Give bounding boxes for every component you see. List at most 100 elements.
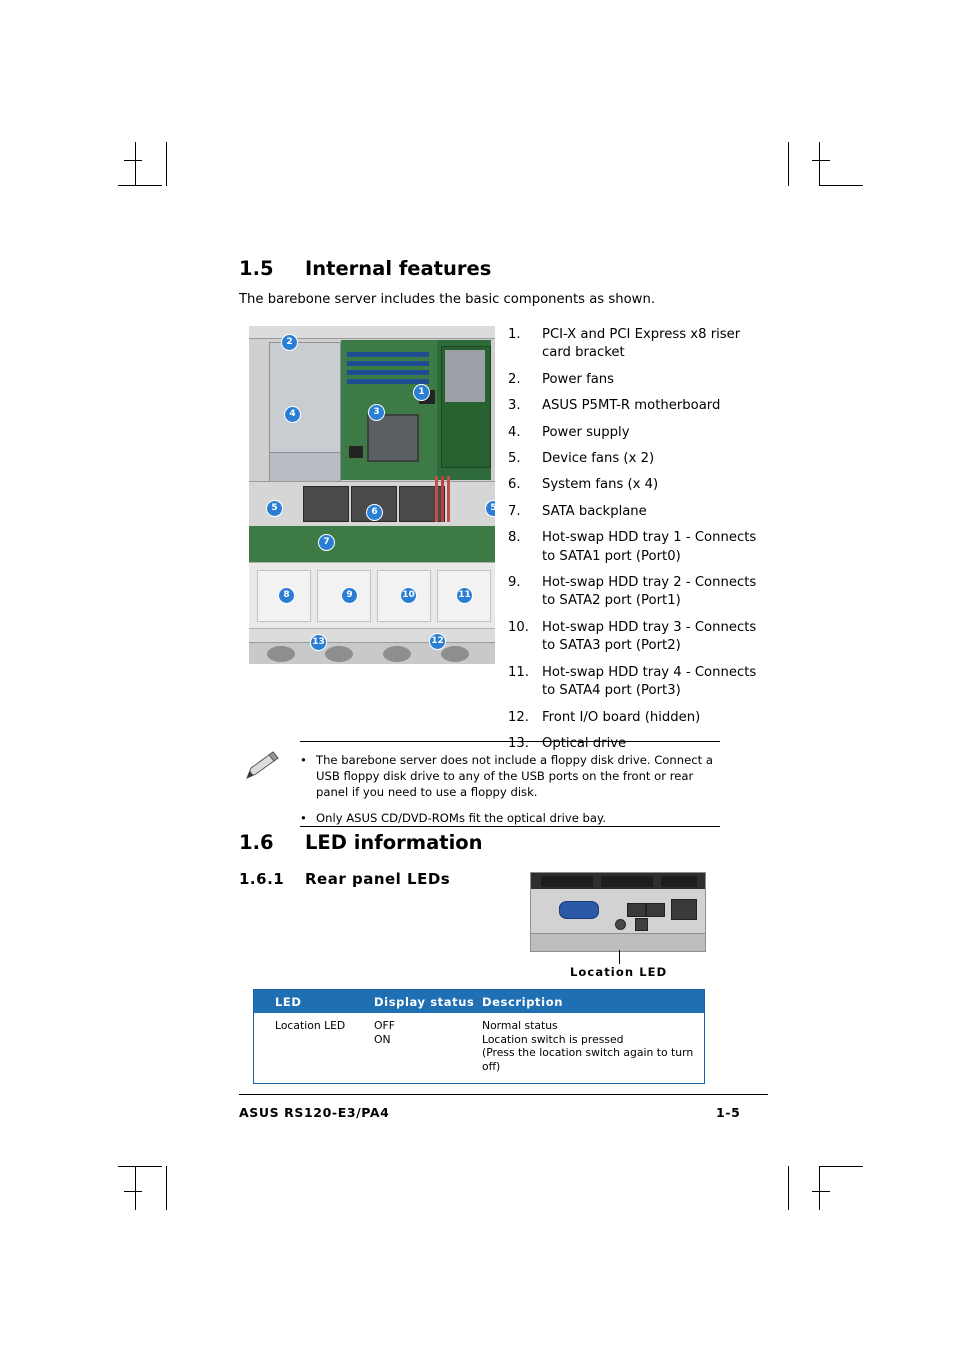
rear-expansion-slot [661, 876, 697, 887]
list-item: 10. Hot-swap HDD tray 3 - Connects to SAT… [508, 619, 768, 656]
photo-system-fan [399, 486, 445, 522]
photo-callout-10: 10 [400, 587, 417, 604]
crop-mark [819, 142, 820, 186]
internal-features-photo: 2 1 4 3 5 6 5 7 8 9 10 11 13 12 [249, 326, 495, 664]
footer-product-name: ASUS RS120-E3/PA4 [239, 1105, 390, 1120]
list-item-number: 8. [508, 530, 521, 546]
list-item-number: 7. [508, 503, 521, 519]
photo-callout-7: 7 [318, 534, 335, 551]
rear-expansion-slot [601, 876, 653, 887]
list-item-number: 5. [508, 451, 521, 467]
photo-vent-hole [383, 646, 411, 662]
photo-riser-card [445, 350, 485, 402]
list-item-label: Power supply [542, 424, 630, 440]
location-led-caption: Location LED [570, 965, 668, 979]
photo-callout-11: 11 [456, 587, 473, 604]
location-switch-button [635, 918, 648, 931]
crop-mark [166, 142, 167, 186]
list-item: 13. Optical drive [508, 735, 768, 753]
crop-mark [788, 1166, 789, 1210]
crop-mark [819, 1166, 820, 1210]
list-item-number: 2. [508, 371, 521, 387]
note-item: • The barebone server does not include a … [300, 752, 720, 800]
rear-expansion-slot [541, 876, 593, 887]
note-text: The barebone server does not include a f… [316, 753, 713, 799]
section-title-1-5: Internal features [305, 257, 492, 280]
list-item-number: 12. [508, 709, 529, 725]
photo-sata-backplane [249, 526, 495, 562]
list-item-label: System fans (x 4) [542, 477, 659, 493]
photo-dimm-slot [347, 379, 429, 384]
photo-callout-12: 12 [429, 633, 446, 650]
crop-mark [135, 1166, 136, 1210]
footer-page-number: 1-5 [716, 1105, 741, 1120]
photo-callout-1: 1 [413, 384, 430, 401]
usb-port [646, 903, 665, 917]
list-item: 7. SATA backplane [508, 503, 768, 521]
list-item-number: 13. [508, 735, 529, 751]
list-item-label: Power fans [542, 371, 615, 387]
table-row: Location LED OFF ON Normal status Locati… [254, 1019, 704, 1073]
crop-mark [135, 142, 136, 186]
crop-mark [812, 1191, 830, 1192]
led-table-header-description: Description [482, 994, 563, 1009]
photo-power-supply [269, 342, 341, 454]
list-item: 5. Device fans (x 2) [508, 450, 768, 468]
led-name: Location LED [275, 1019, 346, 1032]
section-number-1-6: 1.6 [239, 831, 274, 854]
led-description-cell: Normal status Location switch is pressed… [482, 1019, 704, 1073]
photo-callout-3: 3 [368, 404, 385, 421]
list-item-number: 1. [508, 327, 521, 342]
led-information-table: LED Display status Description Location … [253, 989, 705, 1084]
list-item-number: 4. [508, 424, 521, 440]
crop-mark [118, 1166, 162, 1167]
photo-callout-4: 4 [284, 406, 301, 423]
led-description-line-3: (Press the location switch again to turn… [482, 1046, 694, 1073]
led-table-body: Location LED OFF ON Normal status Locati… [254, 1013, 704, 1083]
list-item-label: ASUS P5MT-R motherboard [542, 398, 721, 414]
section-number-1-5: 1.5 [239, 257, 274, 280]
photo-vent-hole [325, 646, 353, 662]
section-intro: The barebone server includes the basic c… [239, 292, 656, 307]
list-item: 4. Power supply [508, 424, 768, 442]
photo-chip [349, 446, 363, 458]
crop-mark [124, 1191, 142, 1192]
crop-mark [819, 185, 863, 186]
location-led-lamp [615, 919, 626, 930]
photo-dimm-slot [347, 361, 429, 366]
photo-callout-2: 2 [281, 334, 298, 351]
list-item-label: Hot-swap HDD tray 4 - Connects to SATA4 … [542, 664, 757, 699]
section-title-1-6: LED information [305, 831, 483, 854]
led-table-header-display-status: Display status [374, 994, 475, 1009]
led-description-line-1: Normal status [482, 1019, 558, 1032]
crop-mark [118, 185, 162, 186]
photo-cpu-heatsink [367, 414, 419, 462]
list-item-number: 6. [508, 477, 521, 493]
crop-mark [812, 160, 830, 161]
note-body: • The barebone server does not include a … [300, 752, 720, 836]
list-item-number: 11. [508, 664, 529, 680]
note-item: • Only ASUS CD/DVD-ROMs fit the optical d… [300, 810, 720, 826]
list-item-number: 9. [508, 575, 521, 591]
list-item-number: 3. [508, 398, 521, 414]
footer-rule [239, 1094, 768, 1095]
list-item-label: Device fans (x 2) [542, 451, 655, 467]
list-item: 11. Hot-swap HDD tray 4 - Connects to SAT… [508, 664, 768, 701]
list-item: 1. PCI-X and PCI Express x8 riser card br… [508, 326, 768, 363]
crop-mark [788, 142, 789, 186]
note-text: Only ASUS CD/DVD-ROMs fit the optical dr… [316, 811, 606, 825]
crop-mark [819, 1166, 863, 1167]
usb-port [627, 903, 646, 917]
location-led-leader-line [619, 950, 620, 964]
list-item: 12. Front I/O board (hidden) [508, 709, 768, 727]
list-item-number: 10. [508, 619, 529, 635]
photo-callout-13: 13 [310, 634, 327, 651]
note-bottom-rule [300, 826, 720, 827]
list-item: 3. ASUS P5MT-R motherboard [508, 397, 768, 415]
crop-mark [124, 160, 142, 161]
list-item: 2. Power fans [508, 371, 768, 389]
rear-photo-bottom [531, 933, 705, 951]
photo-power-supply-lower [269, 452, 341, 482]
photo-callout-9: 9 [341, 587, 358, 604]
led-table-header-led: LED [275, 994, 302, 1009]
